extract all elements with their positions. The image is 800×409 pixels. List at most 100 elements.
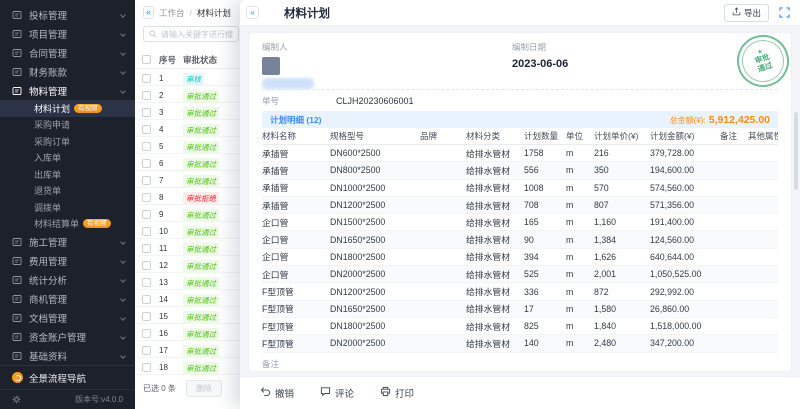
row-checkbox[interactable] <box>142 176 151 185</box>
row-checkbox[interactable] <box>142 210 151 219</box>
row-checkbox[interactable] <box>142 312 151 321</box>
comment-button[interactable]: 评论 <box>320 386 354 400</box>
collapse-sidebar-icon[interactable]: « <box>143 6 154 19</box>
sidebar-item-label: 基础资料 <box>29 349 67 363</box>
cell-name: F型顶管 <box>262 337 330 350</box>
row-checkbox[interactable] <box>142 346 151 355</box>
cell-unit: m <box>566 183 594 193</box>
cell-name: 企口管 <box>262 233 330 246</box>
row-checkbox[interactable] <box>142 261 151 270</box>
row-no: 15 <box>159 312 183 321</box>
sidebar-item-base-data[interactable]: 基础资料 <box>0 346 135 365</box>
row-checkbox[interactable] <box>142 193 151 202</box>
sidebar-item-transfer[interactable]: 调拨单 <box>0 199 135 216</box>
material-icon <box>12 86 22 96</box>
row-status: 审核 <box>183 69 243 87</box>
cell-category: 给排水管材 <box>466 320 524 333</box>
cell-unit: m <box>566 338 594 348</box>
sidebar-item-expense[interactable]: 费用管理 <box>0 251 135 270</box>
creator-label: 编制人 <box>262 41 512 53</box>
cell-unit: m <box>566 321 594 331</box>
cell-spec: DN600*2500 <box>330 148 420 158</box>
finance-icon <box>12 67 22 77</box>
row-no: 12 <box>159 261 183 270</box>
select-all-checkbox[interactable] <box>142 55 151 64</box>
material-row[interactable]: 企口管 DN1800*2500 给排水管材 394 m 1,626 640,64… <box>262 249 778 266</box>
sidebar-item-document[interactable]: 文档管理 <box>0 308 135 327</box>
fullscreen-icon[interactable] <box>779 7 790 18</box>
cell-spec: DN1200*2500 <box>330 287 420 297</box>
sidebar-item-label: 物料管理 <box>29 84 67 98</box>
delete-button[interactable]: 删除 <box>186 380 222 397</box>
material-row[interactable]: 企口管 DN1500*2500 给排水管材 165 m 1,160 191,40… <box>262 214 778 231</box>
row-checkbox[interactable] <box>142 363 151 372</box>
sidebar-item-finance[interactable]: 财务账款 <box>0 62 135 81</box>
sidebar-item-business[interactable]: 商机管理 <box>0 289 135 308</box>
row-checkbox[interactable] <box>142 74 151 83</box>
undo-button[interactable]: 撤销 <box>260 386 294 400</box>
cell-spec: DN2000*2500 <box>330 338 420 348</box>
row-checkbox[interactable] <box>142 142 151 151</box>
cell-qty: 708 <box>524 200 566 210</box>
sidebar-item-contract[interactable]: 合同管理 <box>0 43 135 62</box>
row-checkbox[interactable] <box>142 295 151 304</box>
row-checkbox[interactable] <box>142 227 151 236</box>
material-row[interactable]: 企口管 DN1650*2500 给排水管材 90 m 1,384 124,560… <box>262 231 778 248</box>
col-header-status: 审批状态 <box>183 54 243 66</box>
order-label: 单号 <box>262 95 336 107</box>
material-row[interactable]: F型顶管 DN1200*2500 给排水管材 336 m 872 292,992… <box>262 283 778 300</box>
row-checkbox[interactable] <box>142 125 151 134</box>
print-button[interactable]: 打印 <box>380 386 414 400</box>
seal-star-icon: ★ <box>757 49 764 56</box>
drawer-scrollbar[interactable] <box>794 112 798 190</box>
material-row[interactable]: 企口管 DN2000*2500 给排水管材 525 m 2,001 1,050,… <box>262 266 778 283</box>
collapse-drawer-icon[interactable]: « <box>246 6 259 19</box>
sidebar-item-process-nav[interactable]: 全景流程导航 <box>0 365 135 389</box>
row-checkbox[interactable] <box>142 244 151 253</box>
row-checkbox[interactable] <box>142 159 151 168</box>
material-row[interactable]: 承插管 DN1000*2500 给排水管材 1008 m 570 574,560… <box>262 180 778 197</box>
cell-category: 给排水管材 <box>466 285 524 298</box>
material-row[interactable]: F型顶管 DN1650*2500 给排水管材 17 m 1,580 26,860… <box>262 301 778 318</box>
gear-icon[interactable] <box>12 395 21 404</box>
material-row[interactable]: 承插管 DN1200*2500 给排水管材 708 m 807 571,356.… <box>262 197 778 214</box>
sidebar-item-construction[interactable]: 施工管理 <box>0 232 135 251</box>
row-checkbox[interactable] <box>142 108 151 117</box>
sidebar-item-material-plan[interactable]: 材料计划 有视频 <box>0 100 135 117</box>
row-checkbox[interactable] <box>142 278 151 287</box>
cell-category: 给排水管材 <box>466 216 524 229</box>
sidebar: 投标管理 项目管理 合同管理 财务账款 物料管理 材料计划 有视频 <box>0 0 135 409</box>
sidebar-item-funds[interactable]: 资金账户管理 <box>0 327 135 346</box>
sidebar-item-material-settlement[interactable]: 材料结算单 有视频 <box>0 216 135 233</box>
search-input[interactable] <box>161 30 233 39</box>
cell-amount: 379,728.00 <box>650 148 720 158</box>
material-row[interactable]: 承插管 DN600*2500 给排水管材 1758 m 216 379,728.… <box>262 145 778 162</box>
sidebar-item-bid[interactable]: 投标管理 <box>0 5 135 24</box>
date-value: 2023-06-06 <box>512 58 568 70</box>
sidebar-item-material[interactable]: 物料管理 <box>0 81 135 100</box>
sidebar-item-purchase-request[interactable]: 采购申请 <box>0 117 135 134</box>
row-checkbox[interactable] <box>142 329 151 338</box>
breadcrumb-root[interactable]: 工作台 <box>159 7 185 19</box>
sidebar-bottom: 全景流程导航 版本号:v4.0.0 <box>0 365 135 409</box>
meta-row: 编制人 编制日期 2023-06-06 <box>262 41 778 89</box>
cell-qty: 17 <box>524 304 566 314</box>
cell-price: 1,840 <box>594 321 650 331</box>
search-box[interactable] <box>143 26 239 42</box>
order-field: 单号 CLJH20230606001 <box>262 90 778 111</box>
cell-category: 给排水管材 <box>466 181 524 194</box>
sidebar-item-statistics[interactable]: 统计分析 <box>0 270 135 289</box>
row-checkbox[interactable] <box>142 91 151 100</box>
cell-category: 给排水管材 <box>466 147 524 160</box>
process-nav-icon <box>12 372 23 383</box>
export-button[interactable]: 导出 <box>724 4 769 22</box>
material-row[interactable]: F型顶管 DN2000*2500 给排水管材 140 m 2,480 347,2… <box>262 335 778 352</box>
material-row[interactable]: F型顶管 DN1800*2500 给排水管材 825 m 1,840 1,518… <box>262 318 778 335</box>
material-row[interactable]: 承插管 DN800*2500 给排水管材 556 m 350 194,600.0… <box>262 162 778 179</box>
sidebar-item-return[interactable]: 退货单 <box>0 183 135 200</box>
sidebar-item-outbound[interactable]: 出库单 <box>0 166 135 183</box>
sidebar-item-purchase-order[interactable]: 采购订单 <box>0 133 135 150</box>
creator-field: 编制人 <box>262 41 512 89</box>
sidebar-item-project[interactable]: 项目管理 <box>0 24 135 43</box>
sidebar-item-inbound[interactable]: 入库单 <box>0 150 135 167</box>
